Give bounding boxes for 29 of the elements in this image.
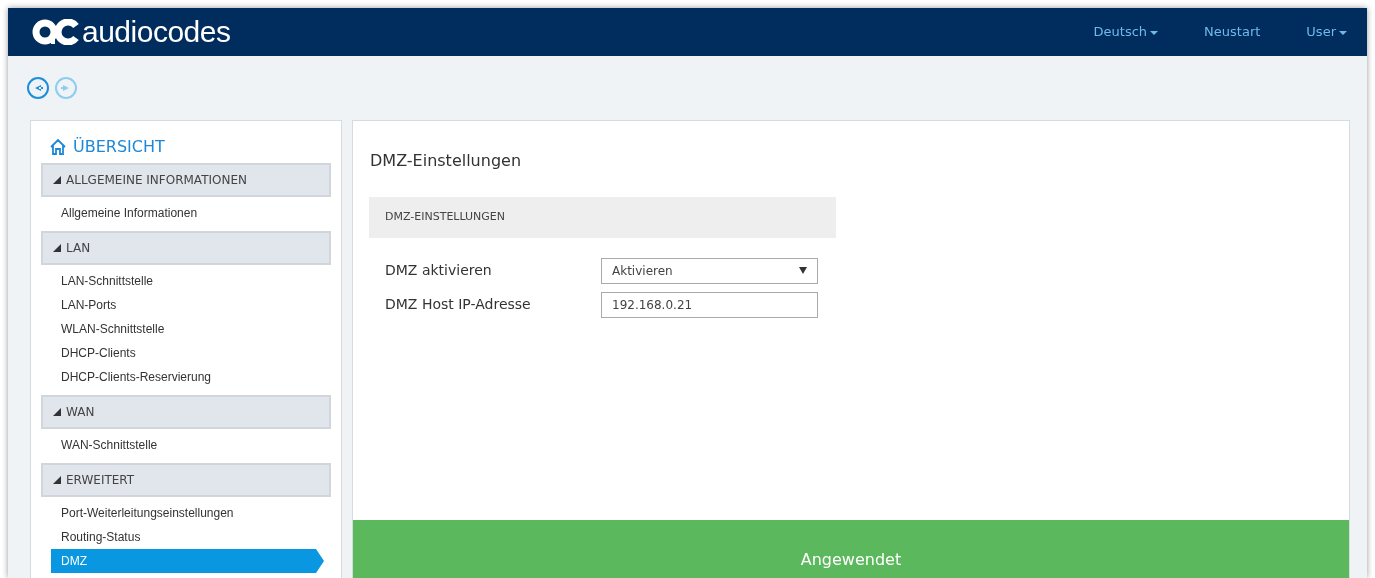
field-label: DMZ aktivieren bbox=[385, 261, 493, 280]
sidebar-link[interactable]: Routing-Status bbox=[41, 525, 331, 549]
top-menu-link[interactable]: Neustart bbox=[1204, 22, 1261, 42]
sidebar-link[interactable]: WAN-Schnittstelle bbox=[41, 433, 331, 457]
section-header[interactable]: ALLGEMEINE INFORMATIONEN bbox=[41, 163, 331, 197]
sidebar-link[interactable]: LAN-Ports bbox=[41, 293, 331, 317]
logo-mark-icon bbox=[32, 19, 80, 45]
status-banner: Angewendet bbox=[353, 520, 1349, 578]
back-button[interactable] bbox=[26, 76, 50, 100]
page-title: DMZ-Einstellungen bbox=[369, 150, 523, 172]
sidebar-link[interactable]: Allgemeine Informationen bbox=[41, 201, 331, 225]
logo-text: audiocodes bbox=[82, 17, 231, 47]
overview-link[interactable]: ÜBERSICHT bbox=[49, 135, 331, 159]
dropdown-select[interactable]: Aktivieren bbox=[601, 257, 818, 284]
section-header[interactable]: LAN bbox=[41, 231, 331, 265]
caret-icon bbox=[799, 266, 807, 274]
sidebar-link[interactable]: DHCP-Clients-Reservierung bbox=[41, 365, 331, 389]
section-title: DMZ-EINSTELLUNGEN bbox=[369, 197, 836, 238]
field-label: DMZ Host IP-Adresse bbox=[385, 295, 532, 314]
sidebar-link[interactable]: Port-Weiterleitungseinstellungen bbox=[41, 501, 331, 525]
sidebar-link[interactable]: DHCP-Clients bbox=[41, 341, 331, 365]
sidebar-link[interactable]: WLAN-Schnittstelle bbox=[41, 317, 331, 341]
top-menu-link[interactable]: User bbox=[1306, 22, 1347, 42]
section-header[interactable]: WAN bbox=[41, 395, 331, 429]
sidebar-link[interactable]: LAN-Schnittstelle bbox=[41, 269, 331, 293]
home-icon bbox=[49, 138, 67, 156]
top-menu-link[interactable]: Deutsch bbox=[1093, 22, 1159, 42]
section-header[interactable]: ERWEITERT bbox=[41, 463, 331, 497]
input-field[interactable]: 192.168.0.21 bbox=[601, 291, 818, 318]
